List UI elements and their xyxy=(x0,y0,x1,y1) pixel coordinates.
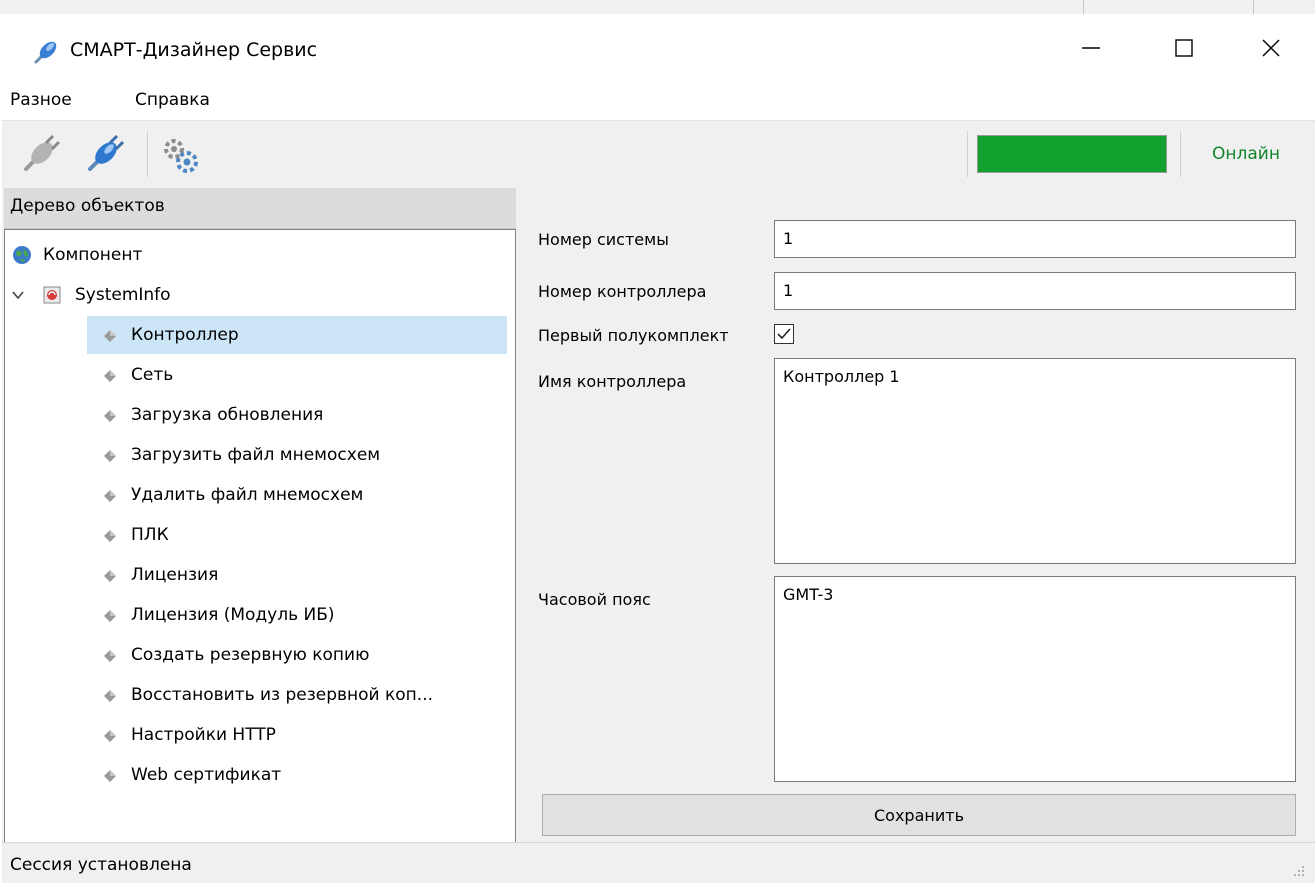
app-plug-icon xyxy=(34,41,57,64)
tree-item-restore-backup[interactable]: Восстановить из резервной коп... xyxy=(99,676,433,714)
app-window: СМАРТ-Дизайнер Сервис Разное Справка Онл… xyxy=(2,14,1315,883)
connection-status-label: Онлайн xyxy=(1212,144,1280,164)
status-bar: Сессия установлена xyxy=(2,842,1315,883)
chevron-down-icon[interactable] xyxy=(11,288,25,302)
tree-item-label: Сеть xyxy=(131,365,174,385)
title-bar: СМАРТ-Дизайнер Сервис xyxy=(2,14,1315,82)
tree-item-controller[interactable]: Контроллер xyxy=(87,316,507,354)
tree-item-license[interactable]: Лицензия xyxy=(99,556,218,594)
timezone-textarea[interactable]: GMT-3 xyxy=(774,576,1296,782)
node-icon xyxy=(104,730,116,742)
background-strip xyxy=(0,0,1315,14)
node-icon xyxy=(104,490,116,502)
tree-item-label: Лицензия (Модуль ИБ) xyxy=(131,605,335,625)
tree-item-label: SystemInfo xyxy=(75,285,171,305)
maximize-icon xyxy=(1175,39,1193,57)
menu-bar: Разное Справка xyxy=(2,82,1315,120)
node-icon xyxy=(104,450,116,462)
node-icon xyxy=(104,570,116,582)
tree-item-systeminfo[interactable]: SystemInfo xyxy=(11,276,171,314)
tree-item-component[interactable]: Компонент xyxy=(11,236,142,274)
node-icon xyxy=(104,330,116,342)
tree-item-label: Контроллер xyxy=(131,325,239,345)
tree-item-label: Настройки HTTP xyxy=(131,725,276,745)
first-half-label: Первый полукомплект xyxy=(538,326,729,345)
node-icon xyxy=(104,650,116,662)
object-tree[interactable]: Компонент SystemInfo Контроллер Сеть Заг… xyxy=(4,229,516,843)
tree-item-label: Загрузка обновления xyxy=(131,405,324,425)
plug-connected-icon[interactable] xyxy=(84,135,124,175)
checkmark-icon xyxy=(777,328,791,340)
plug-disconnected-icon[interactable] xyxy=(20,135,60,175)
close-button[interactable] xyxy=(1227,14,1315,82)
controller-number-label: Номер контроллера xyxy=(538,282,707,301)
minimize-icon xyxy=(1082,47,1100,49)
tree-item-label: Web сертификат xyxy=(131,765,282,785)
save-button[interactable]: Сохранить xyxy=(542,794,1296,836)
properties-form: Номер системы 1 Номер контроллера 1 Перв… xyxy=(520,186,1315,842)
controller-name-label: Имя контроллера xyxy=(538,372,687,391)
maximize-button[interactable] xyxy=(1140,14,1228,82)
tree-item-license-ib[interactable]: Лицензия (Модуль ИБ) xyxy=(99,596,335,634)
toolbar-separator xyxy=(147,131,148,177)
main-content: Дерево объектов Компонент SystemInfo Кон… xyxy=(2,186,1315,843)
controller-number-input[interactable]: 1 xyxy=(774,272,1296,310)
node-icon xyxy=(104,690,116,702)
node-icon xyxy=(104,610,116,622)
gears-icon[interactable] xyxy=(160,135,200,175)
tree-header: Дерево объектов xyxy=(4,188,516,229)
node-icon xyxy=(104,370,116,382)
resize-grip-icon[interactable] xyxy=(1291,863,1305,877)
system-number-label: Номер системы xyxy=(538,230,669,249)
toolbar-separator xyxy=(967,131,968,177)
close-icon xyxy=(1262,39,1280,57)
node-icon xyxy=(104,410,116,422)
tree-item-create-backup[interactable]: Создать резервную копию xyxy=(99,636,369,674)
tree-item-label: Компонент xyxy=(43,245,143,265)
tree-item-http-settings[interactable]: Настройки HTTP xyxy=(99,716,276,754)
tree-item-plc[interactable]: ПЛК xyxy=(99,516,169,554)
tree-item-upload-mnemonic[interactable]: Загрузить файл мнемосхем xyxy=(99,436,380,474)
tree-item-label: Создать резервную копию xyxy=(131,645,370,665)
minimize-button[interactable] xyxy=(1047,14,1135,82)
tree-item-label: ПЛК xyxy=(131,525,169,545)
tree-item-label: Лицензия xyxy=(131,565,219,585)
node-icon xyxy=(104,770,116,782)
toolbar: Онлайн xyxy=(2,120,1315,187)
menu-help[interactable]: Справка xyxy=(135,90,210,110)
tree-item-label: Восстановить из резервной коп... xyxy=(131,685,433,705)
tree-item-update-download[interactable]: Загрузка обновления xyxy=(99,396,323,434)
controller-name-textarea[interactable]: Контроллер 1 xyxy=(774,358,1296,564)
menu-misc[interactable]: Разное xyxy=(10,90,72,110)
system-number-input[interactable]: 1 xyxy=(774,220,1296,258)
tree-item-label: Удалить файл мнемосхем xyxy=(131,485,364,505)
object-tree-panel: Дерево объектов Компонент SystemInfo Кон… xyxy=(4,186,516,843)
tree-header-label: Дерево объектов xyxy=(10,196,165,216)
tree-item-web-certificate[interactable]: Web сертификат xyxy=(99,756,281,794)
globe-icon xyxy=(13,246,31,264)
tree-item-delete-mnemonic[interactable]: Удалить файл мнемосхем xyxy=(99,476,363,514)
toolbar-separator xyxy=(1180,131,1181,177)
status-text: Сессия установлена xyxy=(10,855,192,875)
first-half-checkbox[interactable] xyxy=(774,324,794,344)
timezone-label: Часовой пояс xyxy=(538,590,651,609)
node-icon xyxy=(104,530,116,542)
window-title: СМАРТ-Дизайнер Сервис xyxy=(70,39,318,61)
tree-item-network[interactable]: Сеть xyxy=(99,356,173,394)
connection-indicator xyxy=(977,135,1167,173)
tree-item-label: Загрузить файл мнемосхем xyxy=(131,445,381,465)
systeminfo-icon xyxy=(43,286,61,304)
